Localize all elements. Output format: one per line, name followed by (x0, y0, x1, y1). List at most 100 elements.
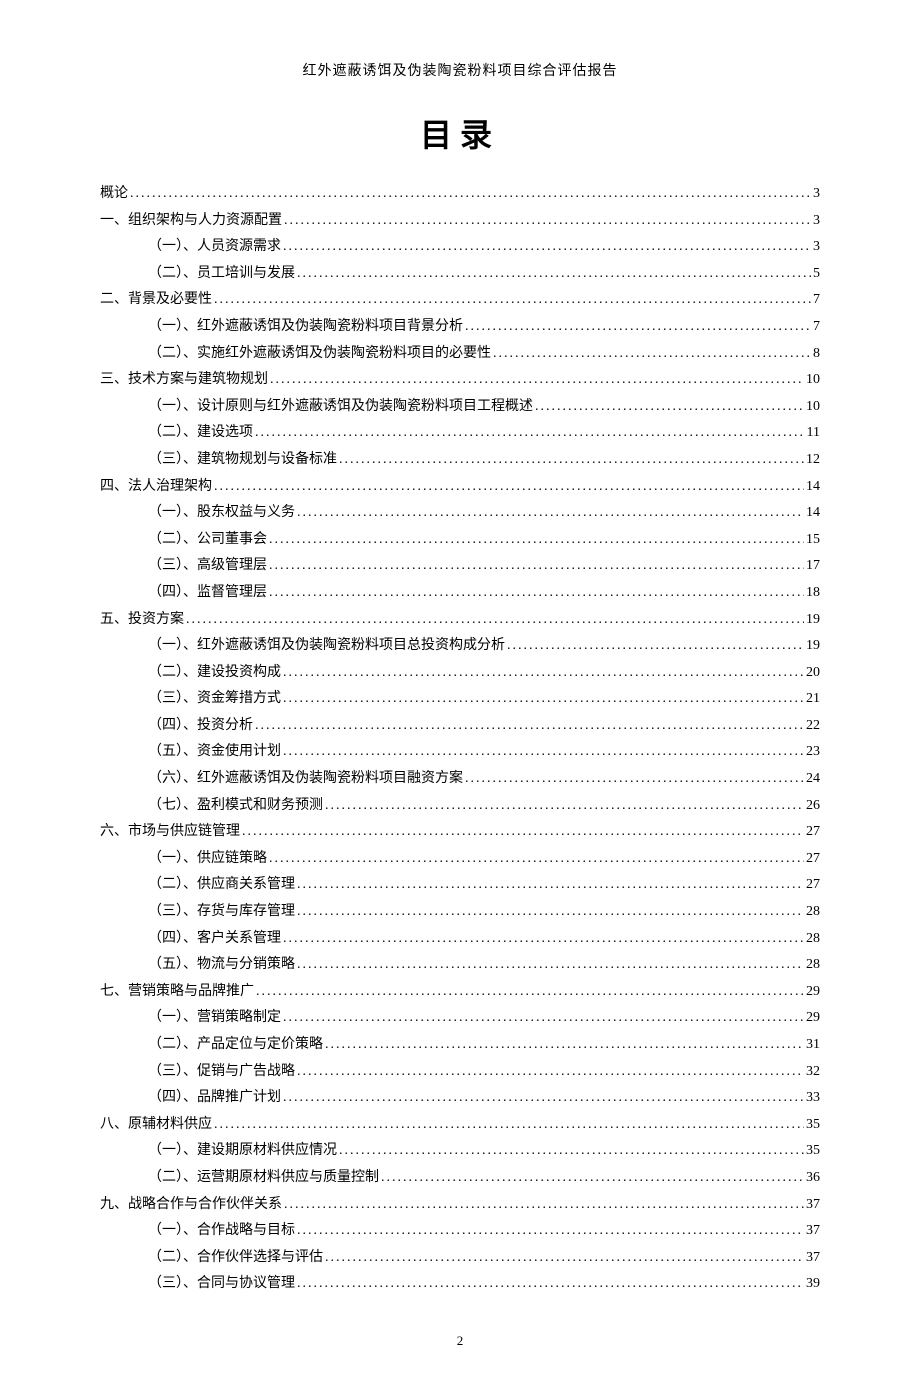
toc-entry[interactable]: （一）、红外遮蔽诱饵及伪装陶瓷粉料项目背景分析7 (100, 314, 820, 341)
toc-entry-page: 7 (813, 287, 820, 314)
toc-entry[interactable]: （二）、员工培训与发展5 (100, 261, 820, 288)
toc-entry-text: （一）、供应链策略 (148, 846, 267, 873)
toc-entry-page: 14 (806, 474, 820, 501)
toc-leader-dots (339, 1138, 804, 1165)
toc-entry-text: 九、战略合作与合作伙伴关系 (100, 1192, 282, 1219)
toc-entry-text: （五）、物流与分销策略 (148, 952, 295, 979)
toc-leader-dots (325, 793, 804, 820)
toc-entry[interactable]: （二）、实施红外遮蔽诱饵及伪装陶瓷粉料项目的必要性8 (100, 341, 820, 368)
toc-leader-dots (255, 420, 805, 447)
toc-entry[interactable]: （一）、设计原则与红外遮蔽诱饵及伪装陶瓷粉料项目工程概述10 (100, 394, 820, 421)
toc-entry-text: （二）、运营期原材料供应与质量控制 (148, 1165, 379, 1192)
toc-entry[interactable]: （二）、合作伙伴选择与评估37 (100, 1245, 820, 1272)
toc-entry-text: （二）、供应商关系管理 (148, 872, 295, 899)
toc-entry[interactable]: （二）、建设选项11 (100, 420, 820, 447)
toc-entry[interactable]: （一）、股东权益与义务14 (100, 500, 820, 527)
toc-leader-dots (297, 1059, 804, 1086)
toc-entry-text: 概论 (100, 181, 128, 208)
toc-entry[interactable]: （三）、高级管理层17 (100, 553, 820, 580)
toc-entry[interactable]: 六、市场与供应链管理 27 (100, 819, 820, 846)
toc-entry[interactable]: 一、组织架构与人力资源配置 3 (100, 208, 820, 235)
toc-entry-text: （二）、产品定位与定价策略 (148, 1032, 323, 1059)
page-number: 2 (100, 1333, 820, 1349)
toc-entry[interactable]: 三、技术方案与建筑物规划10 (100, 367, 820, 394)
toc-entry[interactable]: 五、投资方案19 (100, 607, 820, 634)
toc-entry-page: 28 (806, 899, 820, 926)
toc-entry-page: 28 (806, 926, 820, 953)
table-of-contents: 概论3一、组织架构与人力资源配置3（一）、人员资源需求3（二）、员工培训与发展5… (100, 181, 820, 1298)
toc-entry[interactable]: （二）、供应商关系管理27 (100, 872, 820, 899)
toc-entry-page: 18 (806, 580, 820, 607)
toc-entry-text: （五）、资金使用计划 (148, 739, 281, 766)
toc-entry[interactable]: （一）、合作战略与目标37 (100, 1218, 820, 1245)
toc-leader-dots (269, 580, 804, 607)
toc-leader-dots (284, 208, 811, 235)
toc-entry-text: （一）、设计原则与红外遮蔽诱饵及伪装陶瓷粉料项目工程概述 (148, 394, 533, 421)
toc-entry[interactable]: （五）、物流与分销策略 28 (100, 952, 820, 979)
toc-entry[interactable]: （四）、品牌推广计划33 (100, 1085, 820, 1112)
toc-entry-page: 3 (813, 234, 820, 261)
toc-entry[interactable]: 八、原辅材料供应35 (100, 1112, 820, 1139)
toc-leader-dots (255, 713, 804, 740)
toc-entry-text: （三）、资金筹措方式 (148, 686, 281, 713)
toc-entry-text: 一、组织架构与人力资源配置 (100, 208, 282, 235)
toc-entry-text: 六、市场与供应链管理 (100, 819, 240, 846)
toc-entry-text: （三）、合同与协议管理 (148, 1271, 295, 1298)
toc-entry-page: 39 (806, 1271, 820, 1298)
toc-entry-page: 26 (806, 793, 820, 820)
toc-entry-page: 27 (806, 819, 820, 846)
toc-entry-page: 36 (806, 1165, 820, 1192)
toc-leader-dots (130, 181, 811, 208)
toc-entry[interactable]: （二）、建设投资构成20 (100, 660, 820, 687)
toc-entry-page: 10 (806, 367, 820, 394)
toc-entry-text: 二、背景及必要性 (100, 287, 212, 314)
toc-leader-dots (283, 926, 804, 953)
toc-leader-dots (297, 500, 804, 527)
toc-entry-page: 22 (806, 713, 820, 740)
toc-entry-text: （二）、合作伙伴选择与评估 (148, 1245, 323, 1272)
toc-entry-page: 32 (806, 1059, 820, 1086)
toc-entry-page: 8 (813, 341, 820, 368)
toc-entry[interactable]: 七、营销策略与品牌推广29 (100, 979, 820, 1006)
toc-entry[interactable]: （四）、监督管理层18 (100, 580, 820, 607)
toc-entry[interactable]: （一）、建设期原材料供应情况35 (100, 1138, 820, 1165)
toc-entry[interactable]: （三）、建筑物规划与设备标准12 (100, 447, 820, 474)
toc-entry[interactable]: 概论 3 (100, 181, 820, 208)
toc-entry[interactable]: 四、法人治理架构14 (100, 474, 820, 501)
toc-entry-page: 37 (806, 1218, 820, 1245)
toc-entry[interactable]: （二）、运营期原材料供应与质量控制 36 (100, 1165, 820, 1192)
toc-entry-page: 28 (806, 952, 820, 979)
toc-leader-dots (214, 1112, 804, 1139)
toc-entry[interactable]: （二）、产品定位与定价策略31 (100, 1032, 820, 1059)
toc-entry[interactable]: （四）、客户关系管理28 (100, 926, 820, 953)
toc-entry[interactable]: （五）、资金使用计划23 (100, 739, 820, 766)
toc-entry[interactable]: （一）、红外遮蔽诱饵及伪装陶瓷粉料项目总投资构成分析19 (100, 633, 820, 660)
toc-leader-dots (381, 1165, 804, 1192)
toc-entry-page: 3 (813, 208, 820, 235)
toc-leader-dots (269, 553, 804, 580)
toc-entry-page: 37 (806, 1192, 820, 1219)
toc-entry[interactable]: （三）、促销与广告战略32 (100, 1059, 820, 1086)
toc-entry[interactable]: （三）、存货与库存管理28 (100, 899, 820, 926)
toc-leader-dots (507, 633, 804, 660)
toc-entry[interactable]: 二、背景及必要性 7 (100, 287, 820, 314)
toc-entry-text: （七）、盈利模式和财务预测 (148, 793, 323, 820)
toc-entry[interactable]: （三）、合同与协议管理 39 (100, 1271, 820, 1298)
toc-entry-text: （二）、建设投资构成 (148, 660, 281, 687)
toc-entry[interactable]: （一）、供应链策略27 (100, 846, 820, 873)
toc-entry[interactable]: （一）、营销策略制定29 (100, 1005, 820, 1032)
toc-entry[interactable]: （四）、投资分析22 (100, 713, 820, 740)
toc-entry[interactable]: 九、战略合作与合作伙伴关系 37 (100, 1192, 820, 1219)
toc-entry[interactable]: （三）、资金筹措方式21 (100, 686, 820, 713)
toc-leader-dots (283, 660, 804, 687)
toc-entry-text: （一）、人员资源需求 (148, 234, 281, 261)
toc-title: 目录 (100, 110, 820, 156)
toc-entry[interactable]: （七）、盈利模式和财务预测 26 (100, 793, 820, 820)
toc-leader-dots (283, 234, 811, 261)
toc-entry-page: 14 (806, 500, 820, 527)
toc-entry-text: （二）、建设选项 (148, 420, 253, 447)
toc-entry[interactable]: （六）、红外遮蔽诱饵及伪装陶瓷粉料项目融资方案24 (100, 766, 820, 793)
toc-entry[interactable]: （一）、人员资源需求 3 (100, 234, 820, 261)
toc-entry[interactable]: （二）、公司董事会15 (100, 527, 820, 554)
toc-entry-page: 3 (813, 181, 820, 208)
